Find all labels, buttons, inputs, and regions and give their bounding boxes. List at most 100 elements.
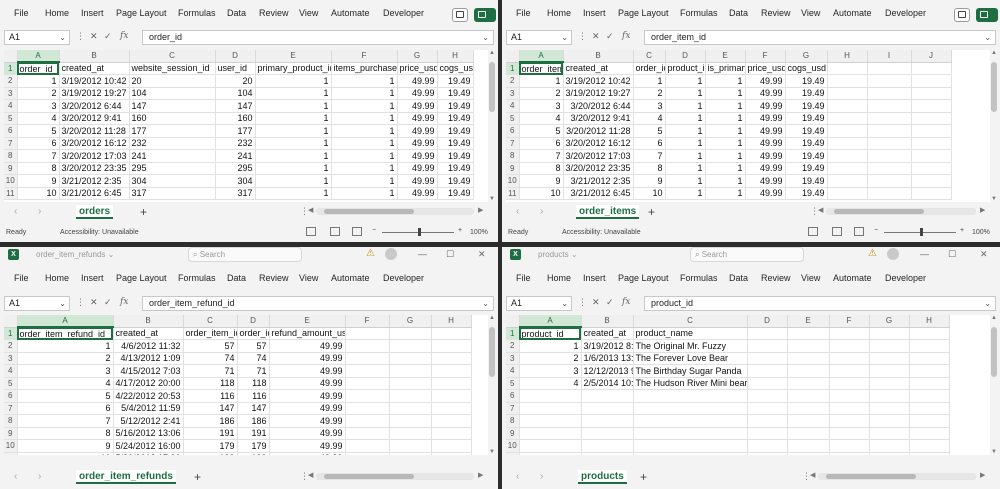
cell[interactable]: [431, 414, 472, 428]
scroll-up-icon[interactable]: ▲: [990, 50, 998, 56]
cell[interactable]: [829, 414, 870, 428]
cell[interactable]: [867, 149, 912, 163]
cell[interactable]: 3/20/2012 16:12: [563, 137, 634, 150]
cell[interactable]: [747, 439, 788, 453]
sheet-tab-order_items[interactable]: order_items: [576, 205, 640, 219]
menu-review[interactable]: Review: [259, 273, 289, 283]
cell[interactable]: 3/21/2012 2:35: [59, 174, 130, 188]
row-header[interactable]: 7: [506, 402, 520, 415]
menu-automate[interactable]: Automate: [331, 273, 370, 283]
cell[interactable]: price_usd: [745, 62, 786, 75]
menu-formulas[interactable]: Formulas: [178, 8, 216, 18]
scroll-thumb[interactable]: [489, 62, 495, 112]
cell[interactable]: [909, 339, 950, 353]
cell[interactable]: 74: [183, 352, 238, 365]
cell[interactable]: order_item_id: [519, 62, 564, 75]
cell[interactable]: product_id: [519, 327, 582, 340]
cell[interactable]: 2: [17, 352, 114, 365]
cell[interactable]: 10: [519, 187, 564, 200]
cell[interactable]: [911, 187, 952, 200]
cell[interactable]: [389, 414, 432, 428]
menu-automate[interactable]: Automate: [331, 8, 370, 18]
row-header[interactable]: 8: [506, 149, 520, 163]
cell[interactable]: [581, 389, 634, 403]
cell[interactable]: 49.99: [745, 174, 786, 188]
cell[interactable]: 19.49: [437, 124, 474, 138]
cell[interactable]: 49.99: [745, 99, 786, 113]
column-header[interactable]: E: [255, 50, 332, 63]
select-all-corner[interactable]: [4, 315, 18, 328]
cell[interactable]: [827, 149, 868, 163]
menu-view[interactable]: View: [801, 8, 820, 18]
scroll-down-icon[interactable]: ▼: [990, 196, 998, 202]
window-title[interactable]: order_item_refunds ⌄: [36, 250, 114, 259]
column-header[interactable]: D: [237, 315, 270, 328]
cell-table[interactable]: A B C D E F G H 1 order_item_refund_id created_at o…: [4, 315, 472, 455]
horizontal-scroll-thumb[interactable]: [826, 474, 916, 479]
chevron-down-icon[interactable]: ⌄: [561, 297, 568, 310]
cell[interactable]: 71: [237, 364, 270, 378]
cell[interactable]: [581, 414, 634, 428]
scroll-right-icon[interactable]: ▶: [478, 206, 483, 214]
cell[interactable]: 19.49: [785, 149, 828, 163]
cell[interactable]: 1: [665, 99, 706, 113]
menu-home[interactable]: Home: [547, 8, 571, 18]
row-header[interactable]: 5: [4, 112, 18, 125]
cell[interactable]: 49.99: [397, 99, 438, 113]
cell[interactable]: [431, 389, 472, 403]
cell[interactable]: 1: [255, 87, 332, 100]
cell[interactable]: 49.99: [745, 87, 786, 100]
cell[interactable]: 199: [237, 452, 270, 455]
cell[interactable]: 49.99: [269, 452, 346, 455]
cell[interactable]: created_at: [59, 62, 130, 75]
row-header[interactable]: 1: [4, 327, 18, 340]
cell[interactable]: 49.99: [269, 339, 346, 353]
cell[interactable]: 49.99: [397, 112, 438, 125]
insert-function-button[interactable]: fx: [622, 31, 630, 41]
cell[interactable]: 4/15/2012 7:03: [113, 364, 184, 378]
cell-table[interactable]: A B C D E F G H 1 product_id created_at product_nam…: [506, 315, 950, 455]
cell[interactable]: [787, 402, 830, 415]
next-sheet-icon[interactable]: ›: [38, 471, 41, 482]
cell[interactable]: [747, 414, 788, 428]
cell[interactable]: 10: [633, 187, 666, 200]
row-header[interactable]: 9: [506, 162, 520, 175]
row-header[interactable]: 2: [506, 339, 520, 353]
cell[interactable]: [909, 402, 950, 415]
cell[interactable]: 3/20/2012 9:41: [563, 112, 634, 125]
avatar[interactable]: [887, 248, 899, 260]
accessibility-status[interactable]: Accessibility: Unavailable: [60, 229, 139, 236]
menu-data[interactable]: Data: [729, 273, 748, 283]
cell[interactable]: 160: [129, 112, 216, 125]
cell[interactable]: 49.99: [269, 414, 346, 428]
cell[interactable]: 9: [17, 439, 114, 453]
vertical-scrollbar[interactable]: ▲ ▼: [488, 50, 496, 202]
confirm-icon[interactable]: ✓: [606, 31, 614, 42]
cell[interactable]: order_id: [633, 62, 666, 75]
column-header[interactable]: B: [113, 315, 184, 328]
cell[interactable]: 1: [331, 149, 398, 163]
menu-file[interactable]: File: [516, 273, 531, 283]
cell[interactable]: [909, 389, 950, 403]
cell[interactable]: [747, 352, 788, 365]
cell[interactable]: [869, 427, 910, 440]
maximize-icon[interactable]: ☐: [948, 249, 956, 260]
cell[interactable]: 49.99: [269, 364, 346, 378]
cell[interactable]: 74: [237, 352, 270, 365]
cell[interactable]: 9: [633, 174, 666, 188]
cell[interactable]: 49.99: [269, 402, 346, 415]
cell[interactable]: [787, 414, 830, 428]
cell[interactable]: 147: [183, 402, 238, 415]
column-header[interactable]: A: [17, 315, 114, 328]
scroll-right-icon[interactable]: ▶: [980, 471, 985, 479]
insert-function-button[interactable]: fx: [120, 297, 128, 307]
zoom-slider-knob[interactable]: [418, 228, 421, 236]
cell[interactable]: 1: [665, 137, 706, 150]
cell[interactable]: [581, 452, 634, 455]
spreadsheet-grid[interactable]: A B C D E F G H 1 order_id created_at website_sessi…: [4, 50, 488, 202]
zoom-in-icon[interactable]: +: [960, 227, 964, 234]
cell[interactable]: 9: [519, 174, 564, 188]
cell[interactable]: 1: [17, 74, 60, 88]
cell[interactable]: [431, 364, 472, 378]
cell[interactable]: 49.99: [269, 352, 346, 365]
